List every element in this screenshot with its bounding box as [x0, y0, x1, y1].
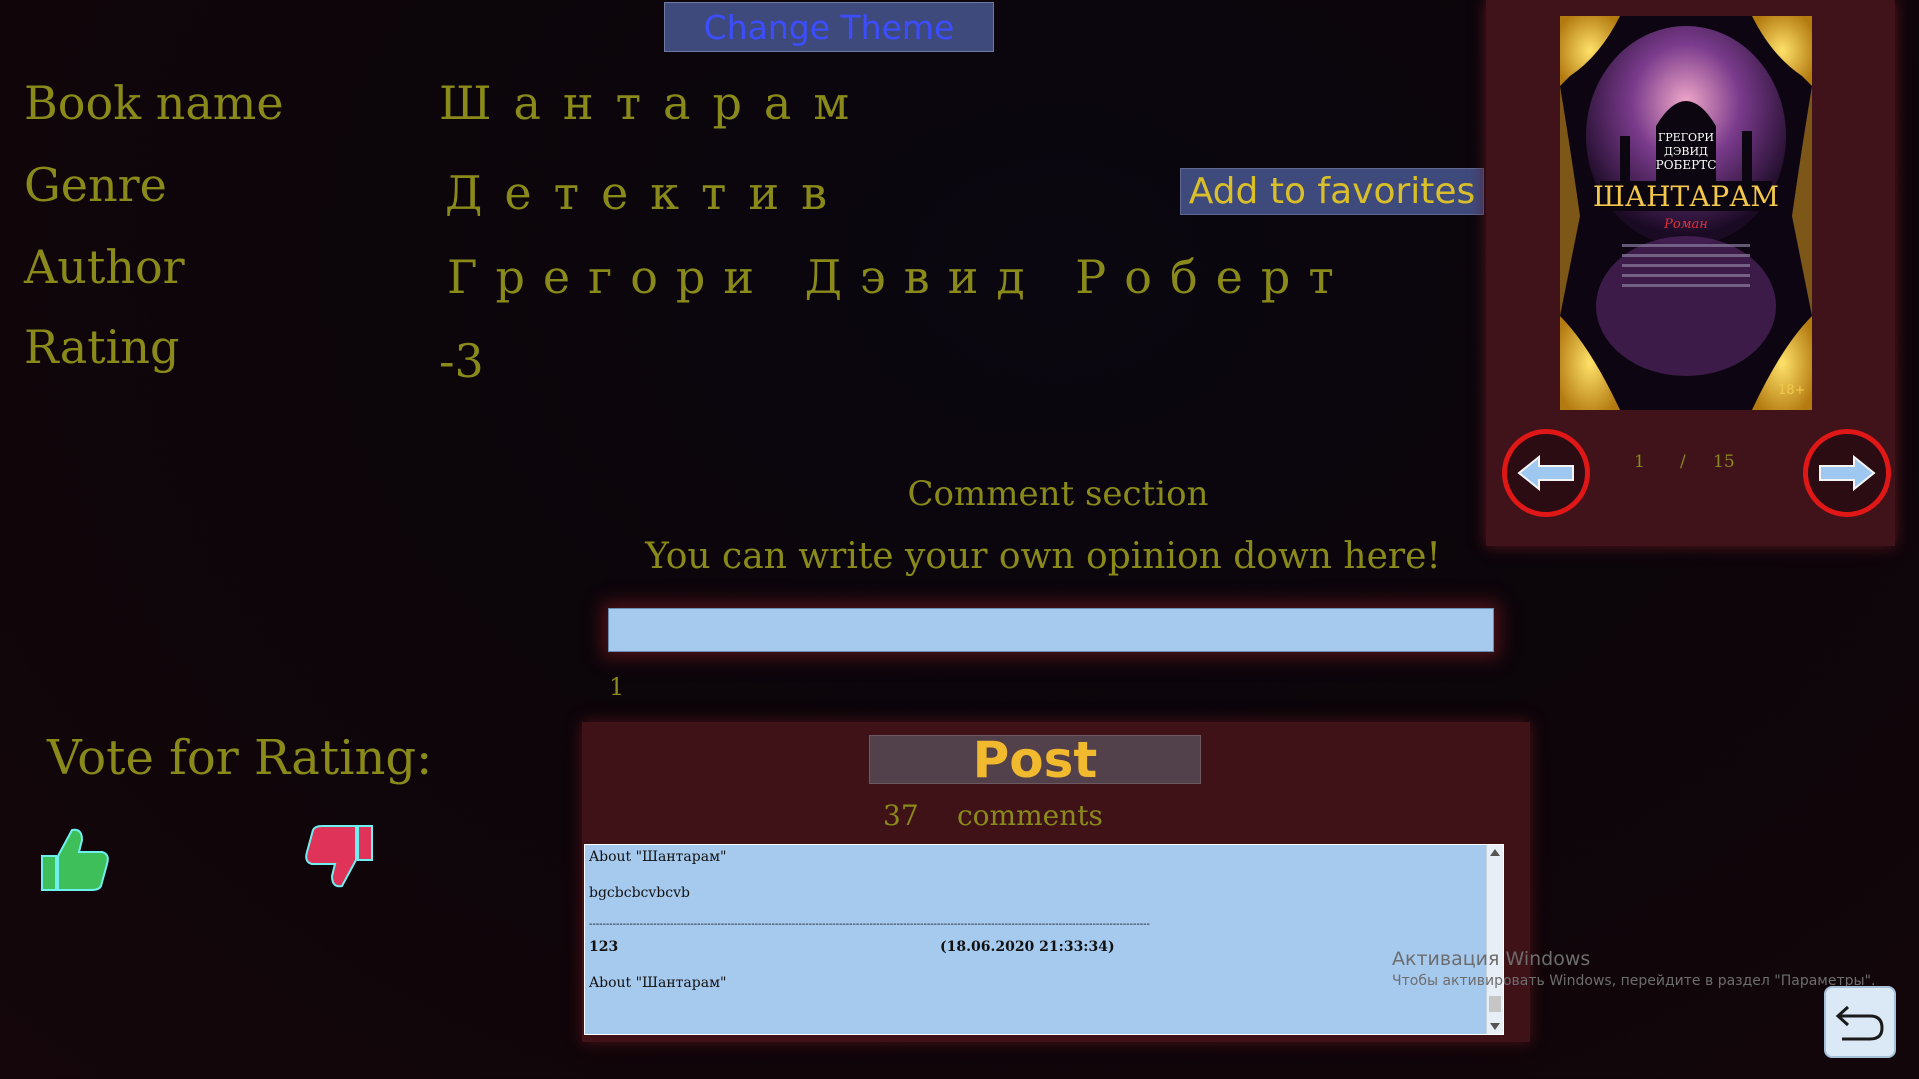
rating-label: Rating — [24, 320, 180, 374]
pager-current: 1 — [1634, 452, 1645, 472]
pager-separator: / — [1680, 452, 1686, 472]
comment-date: (18.06.2020 21:33:34) — [940, 939, 1115, 955]
cover-art: ГРЕГОРИ ДЭВИД РОБЕРТС ШАНТАРАМ Роман 18+ — [1560, 16, 1812, 410]
change-theme-button[interactable]: Change Theme — [664, 2, 994, 52]
add-to-favorites-button[interactable]: Add to favorites — [1180, 168, 1484, 215]
comments-list[interactable]: About "Шантарам" bgcbcbcvbcvb ----------… — [584, 844, 1504, 1035]
cover-author-line3: РОБЕРТС — [1656, 158, 1717, 172]
comment-section-title: Comment section — [907, 474, 1209, 514]
cover-author-line1: ГРЕГОРИ — [1658, 131, 1714, 144]
book-name-label: Book name — [24, 76, 284, 130]
windows-activation-title: Активация Windows — [1392, 948, 1591, 970]
cover-title: ШАНТАРАМ — [1593, 180, 1779, 213]
cover-author-line2: ДЭВИД — [1664, 145, 1708, 158]
windows-activation-text: Чтобы активировать Windows, перейдите в … — [1392, 973, 1876, 989]
comments-scrollbar[interactable] — [1486, 845, 1503, 1034]
comment-separator: ----------------------------------------… — [589, 919, 1150, 930]
downvote-button[interactable] — [302, 822, 376, 896]
genre-value: Детектив — [445, 166, 850, 220]
rating-value: -3 — [439, 334, 484, 388]
comment-text: bgcbcbcvbcvb — [589, 885, 690, 901]
cover-age-rating: 18+ — [1778, 383, 1805, 398]
comment-about: About "Шантарам" — [589, 975, 727, 991]
upvote-button[interactable] — [38, 824, 112, 898]
comment-input[interactable] — [608, 608, 1494, 652]
scroll-down-icon[interactable] — [1490, 1023, 1500, 1030]
comment-hint-text: You can write your own opinion down here… — [645, 536, 1441, 577]
scroll-up-icon[interactable] — [1490, 849, 1500, 856]
author-value: Грегори Дэвид Роберт — [447, 250, 1352, 304]
author-label: Author — [24, 240, 185, 294]
comment-user: 123 — [589, 939, 619, 955]
thumbs-down-icon — [305, 825, 373, 888]
book-name-value: Шантарам — [439, 76, 872, 130]
comments-count-label: comments — [957, 799, 1103, 832]
scroll-thumb[interactable] — [1489, 996, 1501, 1012]
back-button[interactable] — [1824, 986, 1896, 1058]
vote-for-rating-title: Vote for Rating: — [47, 730, 433, 786]
comment-char-count: 1 — [609, 673, 625, 701]
thumbs-up-icon — [41, 828, 109, 891]
genre-label: Genre — [24, 158, 167, 212]
book-cover-image: ГРЕГОРИ ДЭВИД РОБЕРТС ШАНТАРАМ Роман 18+ — [1560, 16, 1812, 410]
comment-about: About "Шантарам" — [589, 849, 727, 865]
cover-subtitle: Роман — [1663, 217, 1708, 232]
comments-count: 37 — [883, 799, 919, 832]
undo-arrow-icon — [1835, 1005, 1884, 1041]
post-button[interactable]: Post — [869, 731, 1201, 789]
pager-total: 15 — [1713, 452, 1735, 472]
